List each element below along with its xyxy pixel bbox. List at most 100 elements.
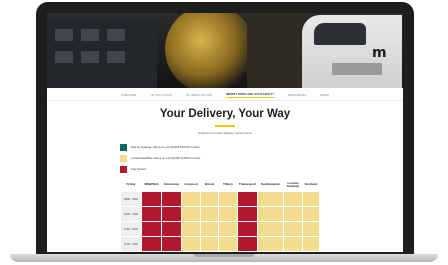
laptop-notch — [194, 254, 254, 257]
truck-graphic: m — [302, 15, 402, 88]
column-header: Felixstowe — [163, 182, 180, 187]
column-header: Liverpool — [184, 182, 198, 187]
column-header: Scotland — [304, 182, 318, 187]
column-header: Bristol — [204, 182, 215, 187]
title-underline — [215, 125, 235, 127]
window-graphic — [81, 29, 99, 41]
legend-text-booked: Fully booked. — [131, 168, 147, 171]
availability-cell[interactable] — [200, 206, 219, 222]
column-header: Friday — [126, 182, 136, 187]
nav-item-overview[interactable]: Overview — [121, 94, 137, 97]
legend-swatch-limited — [120, 155, 127, 162]
availability-cell[interactable] — [283, 236, 303, 252]
nav-item-uk-regulations[interactable]: UK Regulations — [186, 94, 212, 97]
availability-cell[interactable] — [302, 251, 320, 252]
column-header: Tilbury — [223, 182, 233, 187]
availability-cell[interactable] — [200, 236, 219, 252]
availability-cell[interactable] — [237, 251, 258, 252]
legend-text-available: Date for bookings. Call us on +44 (0)140… — [131, 146, 201, 149]
table-header-row: Friday NEW/SEA Felixstowe Liverpool Bris… — [121, 179, 320, 192]
table-row: 1300 - 1400 — [120, 251, 320, 252]
time-slot-label: 1100 - 1200 — [120, 221, 142, 237]
availability-cell[interactable] — [141, 236, 162, 252]
availability-cell[interactable] — [237, 206, 258, 222]
nav-item-availability[interactable]: Import Dwelling Availability — [225, 93, 275, 98]
window-graphic — [107, 29, 125, 41]
time-slot-label: 1300 - 1400 — [120, 251, 142, 252]
availability-cell[interactable] — [302, 206, 320, 222]
availability-cell[interactable] — [283, 191, 303, 207]
truck-grill — [332, 63, 382, 75]
availability-cell[interactable] — [237, 221, 258, 237]
availability-cell[interactable] — [218, 236, 238, 252]
availability-cell[interactable] — [161, 206, 182, 222]
availability-cell[interactable] — [161, 251, 182, 252]
availability-cell[interactable] — [141, 221, 162, 237]
availability-cell[interactable] — [257, 236, 284, 252]
nav-item-news[interactable]: News — [320, 94, 329, 97]
availability-cell[interactable] — [181, 206, 201, 222]
availability-cell[interactable] — [283, 206, 303, 222]
availability-cell[interactable] — [141, 191, 162, 207]
legend-swatch-booked — [120, 166, 127, 173]
legend-text-limited: Limited availability. Call us on +44 (0)… — [131, 157, 201, 160]
availability-cell[interactable] — [218, 221, 238, 237]
page-title: Your Delivery, Your Way — [159, 108, 291, 120]
truck-logo: m — [372, 45, 387, 61]
availability-cell[interactable] — [237, 191, 258, 207]
time-slot-label: 1200 - 1300 — [120, 236, 142, 252]
time-slot-label: 0800 - 0900 — [120, 191, 142, 207]
table-row: 1000 - 1100 — [120, 206, 320, 222]
truck-windscreen — [314, 23, 366, 45]
tree-graphic — [165, 13, 255, 88]
availability-cell[interactable] — [200, 251, 219, 252]
availability-cell[interactable] — [237, 236, 258, 252]
availability-cell[interactable] — [257, 191, 284, 207]
laptop-mockup: m Overview UK Solutions UK Regulations I… — [0, 0, 448, 265]
availability-cell[interactable] — [200, 191, 219, 207]
window-graphic — [55, 29, 73, 41]
availability-cell[interactable] — [257, 221, 284, 237]
availability-cell[interactable] — [181, 251, 201, 252]
table-row: 1200 - 1300 — [120, 236, 320, 252]
column-header: NEW/SEA — [144, 182, 159, 187]
availability-cell[interactable] — [302, 191, 320, 207]
column-header: London Gateway — [286, 180, 300, 188]
nav-item-resources[interactable]: Resources — [288, 94, 306, 97]
availability-cell[interactable] — [257, 206, 284, 222]
building-graphic — [47, 19, 157, 88]
laptop-screen: m Overview UK Solutions UK Regulations I… — [47, 13, 403, 252]
availability-cell[interactable] — [200, 221, 219, 237]
availability-cell[interactable] — [181, 221, 201, 237]
availability-cell[interactable] — [141, 251, 162, 252]
window-graphic — [55, 51, 73, 63]
column-header: Southampton — [260, 182, 281, 187]
availability-cell[interactable] — [218, 206, 238, 222]
window-graphic — [81, 51, 99, 63]
availability-cell[interactable] — [181, 236, 201, 252]
table-row: 1100 - 1200 — [120, 221, 320, 237]
page-subtitle: Explore our import delivery options here — [198, 131, 252, 135]
availability-cell[interactable] — [283, 251, 303, 252]
availability-cell[interactable] — [218, 251, 238, 252]
nav-item-uk-solutions[interactable]: UK Solutions — [151, 94, 173, 97]
building-graphic — [247, 13, 302, 88]
time-slot-label: 1000 - 1100 — [120, 206, 142, 222]
table-row: 0800 - 0900 — [120, 191, 320, 207]
window-graphic — [107, 51, 125, 63]
availability-cell[interactable] — [302, 236, 320, 252]
availability-cell[interactable] — [181, 191, 201, 207]
availability-cell[interactable] — [302, 221, 320, 237]
availability-cell[interactable] — [141, 206, 162, 222]
availability-cell[interactable] — [161, 236, 182, 252]
top-nav: Overview UK Solutions UK Regulations Imp… — [47, 90, 403, 101]
hero-image: m — [47, 13, 403, 88]
availability-cell[interactable] — [161, 221, 182, 237]
availability-cell[interactable] — [218, 191, 238, 207]
availability-cell[interactable] — [283, 221, 303, 237]
availability-cell[interactable] — [161, 191, 182, 207]
availability-table: Friday NEW/SEA Felixstowe Liverpool Bris… — [120, 179, 320, 252]
table-body: 0800 - 0900 1000 - 1100 1100 - 1200 1200 - … — [120, 191, 320, 252]
availability-cell[interactable] — [257, 251, 284, 252]
legend-swatch-available — [120, 144, 127, 151]
